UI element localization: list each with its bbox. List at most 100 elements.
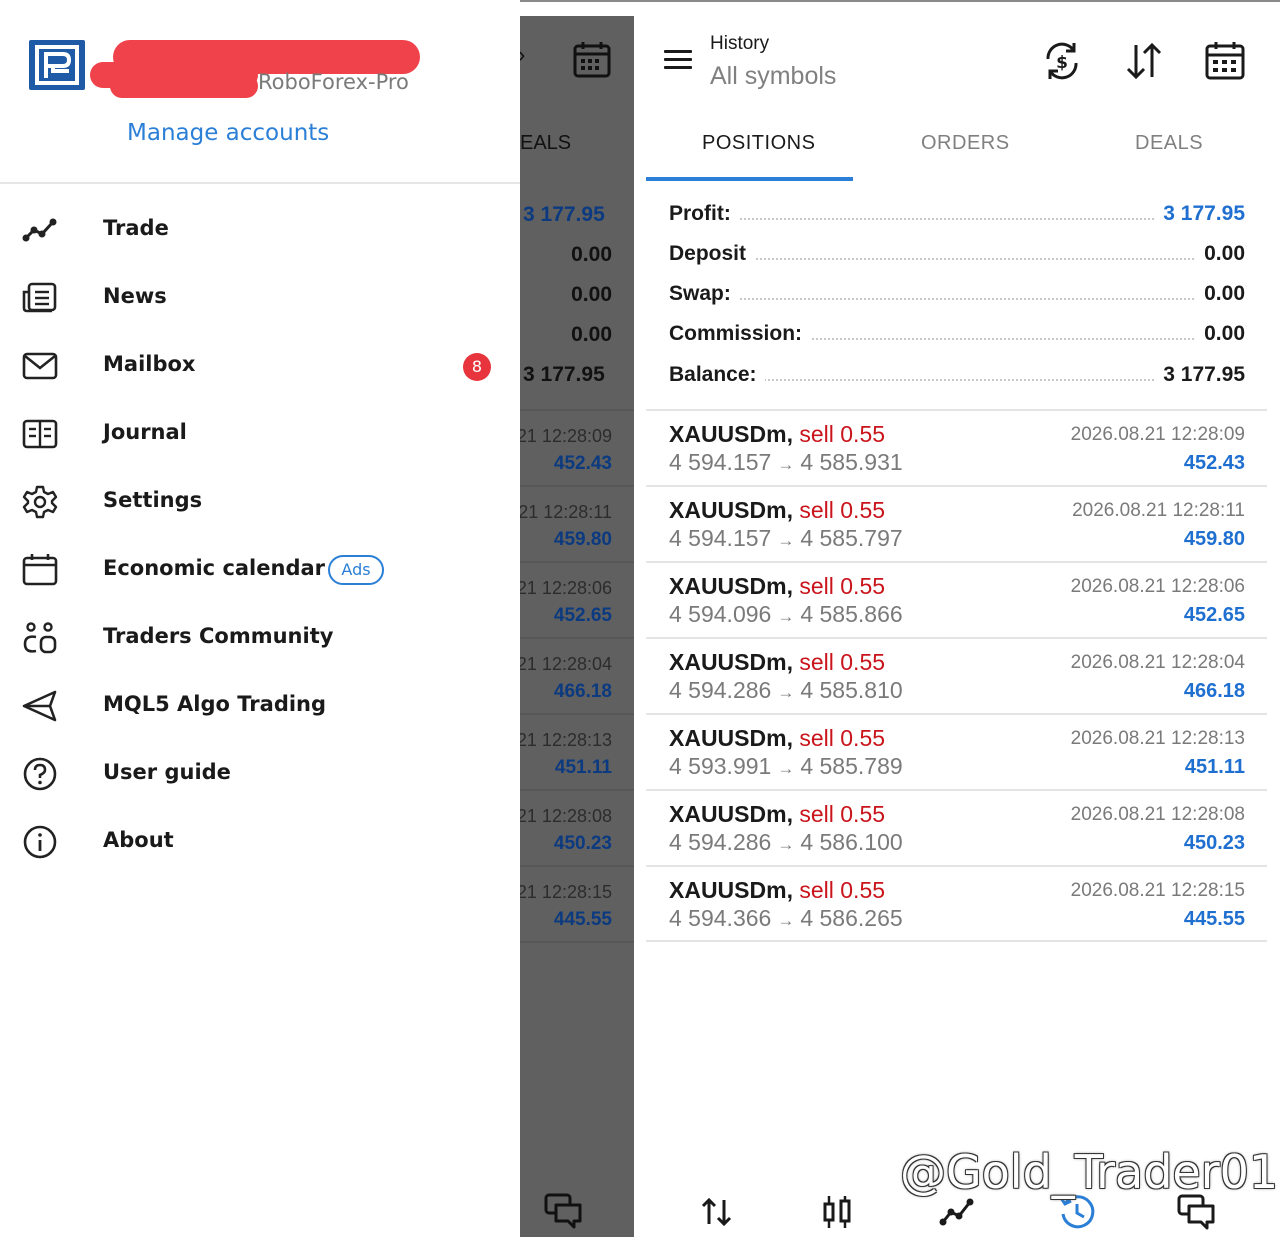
deal-symbol: XAUUSDm, sell 0.55 [669, 725, 886, 751]
deal-symbol: XAUUSDm, sell 0.55 [669, 801, 886, 827]
deal-time: 2026.08.21 12:28:06 [1070, 576, 1245, 597]
deal-side: sell 0.55 [799, 649, 886, 675]
dim-tab-deals: EALS [520, 132, 572, 154]
dim-row-profit: 466.18 [553, 681, 612, 702]
deal-time: 2026.08.21 12:28:09 [1070, 424, 1245, 445]
dim-row-profit: 445.55 [553, 909, 612, 930]
deal-time: 2026.08.21 12:28:15 [1070, 880, 1245, 901]
dim-row-profit: 451.11 [554, 757, 612, 778]
dim-row-profit: 459.80 [553, 529, 612, 550]
redacted-account-number-2 [110, 74, 258, 98]
tab-positions[interactable]: POSITIONS [702, 132, 815, 155]
dimmed-overlay[interactable]: › EALS 3 177.95 0.00 0.00 0.00 3 177.95 … [520, 16, 634, 1237]
menu-label-about: About [103, 828, 174, 852]
page-title: History [710, 33, 770, 54]
deal-time: 2026.08.21 12:28:13 [1070, 728, 1245, 749]
summary-label: Profit: [669, 202, 739, 226]
dim-deposit-value: 0.00 [571, 243, 612, 266]
tab-deals[interactable]: DEALS [1135, 132, 1203, 155]
deal-side: sell 0.55 [799, 573, 886, 599]
deal-profit: 452.65 [1183, 604, 1245, 626]
deal-profit: 452.43 [1183, 452, 1245, 474]
menu-item-about[interactable]: About [0, 812, 520, 872]
menu-item-mql5-algo-trading[interactable]: MQL5 Algo Trading [0, 676, 520, 736]
deal-row[interactable]: XAUUSDm, sell 0.55 4 593.991 → 4 585.789 2… [646, 715, 1267, 791]
symbol-filter[interactable]: All symbols [710, 62, 836, 91]
sort-icon[interactable] [1122, 39, 1166, 83]
manage-accounts-link[interactable]: Manage accounts [127, 120, 329, 146]
deal-prices: 4 594.157 → 4 585.931 [669, 449, 903, 475]
menu-item-trade[interactable]: Trade [0, 200, 520, 260]
deal-profit: 450.23 [1183, 832, 1245, 854]
menu-item-user-guide[interactable]: User guide [0, 744, 520, 804]
dim-swap-value: 0.00 [571, 283, 612, 306]
deal-time: 2026.08.21 12:28:04 [1070, 652, 1245, 673]
currency-exchange-icon[interactable]: $ [1040, 39, 1084, 83]
dim-row-profit: 452.43 [553, 453, 612, 474]
summary-balance: Balance: 3 177.95 [669, 361, 1245, 391]
summary-label: Deposit [669, 242, 755, 266]
deal-row[interactable]: XAUUSDm, sell 0.55 4 594.157 → 4 585.797 2… [646, 487, 1267, 563]
server-name: RoboForex-Pro [258, 70, 409, 94]
deal-symbol: XAUUSDm, sell 0.55 [669, 877, 886, 903]
deal-profit: 459.80 [1183, 528, 1245, 550]
menu-item-settings[interactable]: Settings [0, 472, 520, 532]
deal-symbol: XAUUSDm, sell 0.55 [669, 421, 886, 447]
deal-prices: 4 594.286 → 4 585.810 [669, 677, 903, 703]
chart-icon[interactable] [817, 1192, 857, 1232]
deal-row[interactable]: XAUUSDm, sell 0.55 4 594.366 → 4 586.265 2… [646, 867, 1267, 943]
dim-divider [520, 941, 634, 943]
dim-divider [520, 713, 634, 715]
leader-dots [669, 298, 1245, 300]
menu-item-journal[interactable]: Journal [0, 404, 520, 464]
menu-item-news[interactable]: News [0, 268, 520, 328]
quotes-icon[interactable] [697, 1192, 737, 1232]
summary-value: 0.00 [1196, 242, 1245, 266]
menu-item-economic-calendar[interactable]: Economic calendar [0, 540, 520, 600]
menu-item-traders-community[interactable]: Traders Community [0, 608, 520, 668]
summary-deposit: Deposit 0.00 [669, 240, 1245, 270]
deal-side: sell 0.55 [799, 801, 886, 827]
deal-profit: 466.18 [1183, 680, 1245, 702]
journal-icon [22, 419, 58, 449]
community-icon [23, 622, 57, 654]
algo-trading-icon [22, 690, 57, 722]
menu-button[interactable] [664, 48, 694, 72]
menu-label-news: News [103, 284, 167, 308]
summary-label: Swap: [669, 282, 739, 306]
dim-row-time: .21 12:28:11 [520, 502, 612, 522]
deal-time: 2026.08.21 12:28:11 [1072, 500, 1245, 521]
deal-side: sell 0.55 [799, 421, 886, 447]
summary-value: 0.00 [1196, 322, 1245, 346]
deal-prices: 4 594.286 → 4 586.100 [669, 829, 903, 855]
calendar-icon[interactable] [1203, 39, 1247, 83]
menu-label-user-guide: User guide [103, 760, 231, 784]
dim-divider [520, 789, 634, 791]
dim-divider [520, 409, 634, 411]
deal-side: sell 0.55 [799, 497, 886, 523]
dim-commission-value: 0.00 [571, 323, 612, 346]
deal-row[interactable]: XAUUSDm, sell 0.55 4 594.286 → 4 585.810 2… [646, 639, 1267, 715]
menu-label-traders-community: Traders Community [103, 624, 334, 648]
calendar-icon [22, 554, 58, 586]
deal-prices: 4 594.157 → 4 585.797 [669, 525, 903, 551]
deal-symbol: XAUUSDm, sell 0.55 [669, 649, 886, 675]
deal-row[interactable]: XAUUSDm, sell 0.55 4 594.096 → 4 585.866 2… [646, 563, 1267, 639]
menu-label-settings: Settings [103, 488, 203, 512]
dim-arrow-fragment: › [520, 42, 525, 68]
deal-row[interactable]: XAUUSDm, sell 0.55 4 594.286 → 4 586.100 2… [646, 791, 1267, 867]
dim-row-time: .21 12:28:09 [520, 426, 612, 446]
mailbox-icon [22, 352, 58, 380]
menu-item-mailbox[interactable]: Mailbox [0, 336, 520, 396]
deal-row[interactable]: XAUUSDm, sell 0.55 4 594.157 → 4 585.931 2… [646, 411, 1267, 487]
tab-orders[interactable]: ORDERS [921, 132, 1010, 155]
summary-value: 0.00 [1196, 282, 1245, 306]
dim-row-time: .21 12:28:06 [520, 578, 612, 598]
summary-profit: Profit: 3 177.95 [669, 200, 1245, 230]
summary-label: Balance: [669, 363, 765, 387]
deal-profit: 445.55 [1183, 908, 1245, 930]
dim-row-time: .21 12:28:15 [520, 882, 612, 902]
menu-label-trade: Trade [103, 216, 169, 240]
dim-divider [520, 637, 634, 639]
dim-divider [520, 485, 634, 487]
